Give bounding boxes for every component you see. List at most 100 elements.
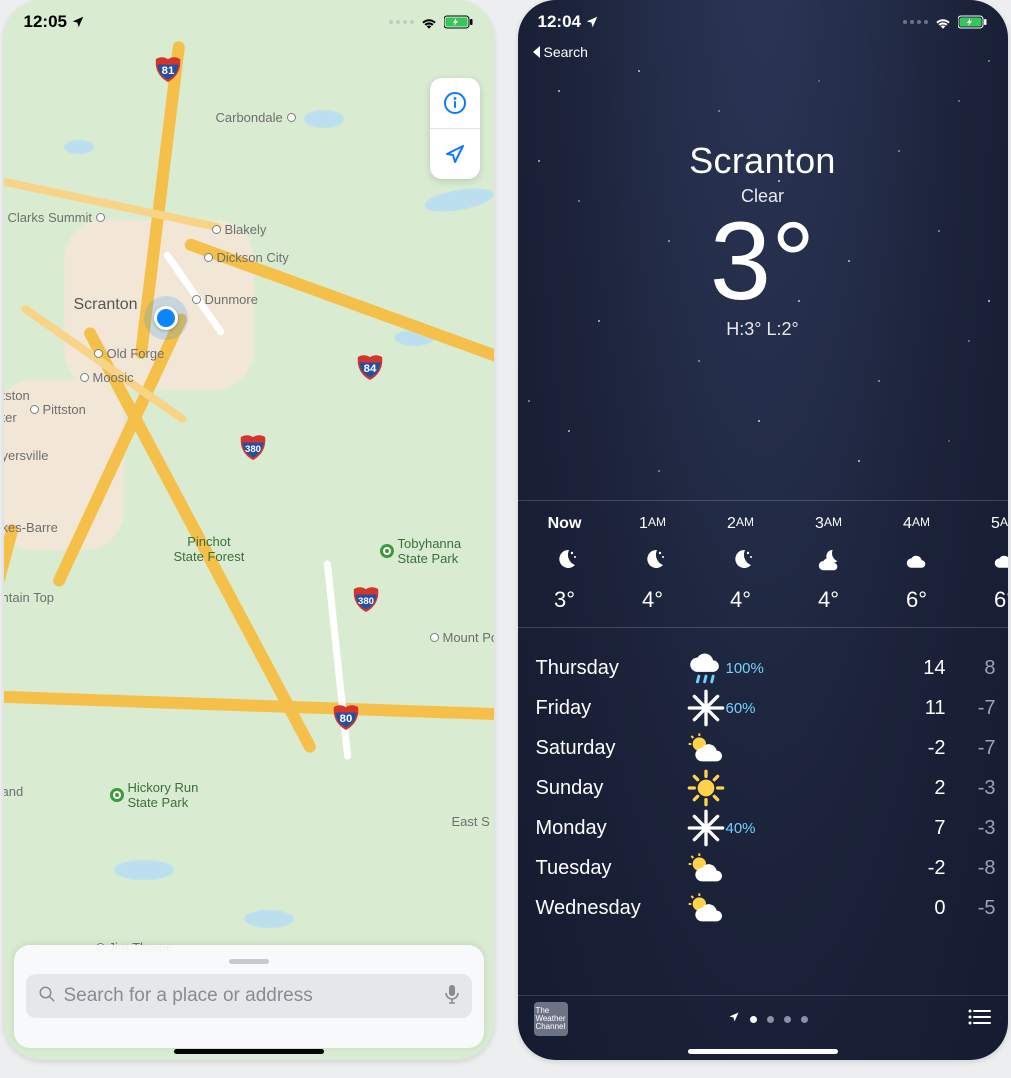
map-info-button[interactable]: [430, 78, 480, 128]
city-name: Scranton: [518, 140, 1008, 182]
day-low: -7: [946, 737, 996, 760]
day-low: -8: [946, 857, 996, 880]
hour-temp: 4°: [818, 587, 839, 613]
svg-text:380: 380: [244, 444, 260, 455]
back-to-app-button[interactable]: Search: [532, 44, 588, 60]
hour-column: 2AM 4°: [712, 515, 770, 613]
day-row: Monday 40% 7 -3: [536, 808, 996, 848]
label-ntain-top: ntain Top: [4, 590, 55, 605]
label-tston: tston: [4, 388, 30, 403]
label-clarks-summit: Clarks Summit: [8, 210, 93, 225]
battery-charging-icon: [444, 15, 474, 29]
day-name: Wednesday: [536, 897, 686, 920]
location-services-icon: [71, 15, 85, 29]
hour-column: 1AM 4°: [624, 515, 682, 613]
location-arrow-icon: [728, 1010, 740, 1028]
day-row: Wednesday 0 -5: [536, 888, 996, 928]
day-high: 7: [896, 817, 946, 840]
day-high: 14: [896, 657, 946, 680]
hour-temp: 4°: [730, 587, 751, 613]
label-old-forge: Old Forge: [107, 346, 165, 361]
shield-i84: 84: [356, 352, 384, 380]
breadcrumb-dots-icon: [389, 20, 414, 24]
label-kes-barre: kes-Barre: [4, 520, 58, 535]
day-high: 2: [896, 777, 946, 800]
card-grabber[interactable]: [229, 959, 269, 964]
partly-icon: [686, 852, 726, 884]
back-label: Search: [544, 44, 588, 60]
list-button[interactable]: [968, 1008, 992, 1031]
map-locate-button[interactable]: [430, 129, 480, 179]
weather-footer: The Weather Channel: [518, 995, 1008, 1042]
label-pinchot: Pinchot State Forest: [174, 534, 245, 564]
hour-column: 5AM 6°: [976, 515, 1008, 613]
breadcrumb-dots-icon: [903, 20, 928, 24]
cloud-icon: [904, 547, 930, 573]
search-input[interactable]: [64, 985, 436, 1007]
search-icon: [38, 985, 56, 1008]
hour-label: 3AM: [815, 515, 842, 533]
status-time: 12:05: [24, 12, 67, 32]
hourly-forecast[interactable]: Now 3°1AM 4°2AM 4°3AM 4°4AM 6°5AM 6°6: [518, 500, 1008, 628]
daily-forecast[interactable]: Thursday 100% 14 8Friday 60% 11 -7Saturd…: [536, 648, 996, 928]
hour-label: 2AM: [727, 515, 754, 533]
precip-pct: 100%: [726, 660, 790, 677]
user-location-dot: [154, 306, 178, 330]
status-bar: 12:04: [518, 0, 1008, 44]
svg-text:84: 84: [363, 363, 376, 375]
home-indicator[interactable]: [688, 1049, 838, 1054]
partly-icon: [686, 732, 726, 764]
day-name: Monday: [536, 817, 686, 840]
mic-icon[interactable]: [444, 984, 460, 1009]
shield-i380b: 380: [352, 584, 380, 612]
cloud-moon-icon: [816, 547, 842, 573]
status-time: 12:04: [538, 12, 581, 32]
day-low: 8: [946, 657, 996, 680]
day-name: Thursday: [536, 657, 686, 680]
precip-pct: 60%: [726, 700, 790, 717]
map-controls: [430, 78, 480, 179]
hour-temp: 6°: [906, 587, 927, 613]
svg-text:81: 81: [161, 65, 174, 77]
search-card[interactable]: [14, 945, 484, 1048]
day-row: Tuesday -2 -8: [536, 848, 996, 888]
day-name: Sunday: [536, 777, 686, 800]
day-row: Friday 60% 11 -7: [536, 688, 996, 728]
shield-i380a: 380: [239, 432, 267, 460]
page-indicator[interactable]: [728, 1010, 808, 1028]
moon-stars-icon: [640, 547, 666, 573]
maps-screenshot: Scranton Dunmore Blakely Dickson City Ca…: [4, 0, 494, 1060]
day-low: -5: [946, 897, 996, 920]
map-canvas[interactable]: Scranton Dunmore Blakely Dickson City Ca…: [4, 0, 494, 1060]
day-name: Tuesday: [536, 857, 686, 880]
home-indicator[interactable]: [174, 1049, 324, 1054]
label-yersville: yersville: [4, 448, 49, 463]
cloud-icon: [992, 547, 1008, 573]
svg-text:380: 380: [357, 596, 373, 607]
hour-label: 5AM: [991, 515, 1007, 533]
label-hickory: Hickory Run State Park: [128, 780, 199, 810]
day-high: -2: [896, 857, 946, 880]
moon-stars-icon: [728, 547, 754, 573]
current-temp: 3°: [518, 207, 1008, 317]
label-east-s: East S: [452, 814, 490, 829]
hour-label: 1AM: [639, 515, 666, 533]
label-tobyhanna: Tobyhanna State Park: [398, 536, 462, 566]
shield-i80: 80: [332, 702, 360, 730]
label-moosic: Moosic: [93, 370, 134, 385]
day-high: 0: [896, 897, 946, 920]
day-row: Sunday 2 -3: [536, 768, 996, 808]
label-blakely: Blakely: [225, 222, 267, 237]
day-low: -3: [946, 777, 996, 800]
label-ter: ter: [4, 410, 17, 425]
label-carbondale: Carbondale: [216, 110, 283, 125]
weather-screenshot: 12:04 Search Scranton Clear 3°: [518, 0, 1008, 1060]
label-pittston: Pittston: [43, 402, 86, 417]
svg-text:80: 80: [339, 713, 352, 725]
search-field[interactable]: [26, 974, 472, 1018]
battery-charging-icon: [958, 15, 988, 29]
hour-temp: 3°: [554, 587, 575, 613]
precip-pct: 40%: [726, 820, 790, 837]
twc-logo[interactable]: The Weather Channel: [534, 1002, 568, 1036]
hour-label: Now: [548, 515, 582, 533]
